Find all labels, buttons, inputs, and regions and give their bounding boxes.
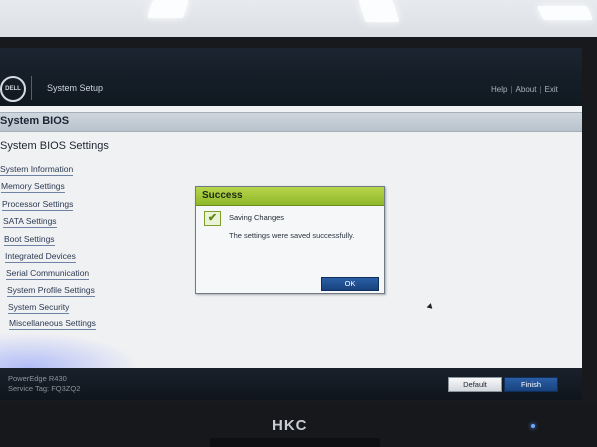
section-header: System BIOS: [0, 112, 582, 132]
menu-item-miscellaneous-settings[interactable]: Miscellaneous Settings: [9, 318, 96, 330]
exit-link[interactable]: Exit: [545, 85, 558, 94]
monitor-stand: [210, 438, 380, 447]
monitor-brand: HKC: [272, 417, 308, 434]
ceiling-light: [358, 0, 400, 22]
divider: |: [510, 85, 513, 94]
divider: |: [539, 85, 542, 94]
ceiling-light: [147, 0, 189, 18]
dialog-heading: Saving Changes: [229, 213, 285, 222]
system-model: PowerEdge R430: [8, 374, 67, 383]
finish-button[interactable]: Finish: [504, 377, 558, 392]
menu-item-system-security[interactable]: System Security: [8, 302, 70, 314]
screen: DELL System Setup Help | About | Exit System…: [0, 48, 582, 400]
settings-heading: System BIOS Settings: [0, 140, 109, 152]
app-title: System Setup: [47, 83, 104, 93]
dialog-title: Success: [202, 190, 243, 201]
dell-logo: DELL: [0, 76, 26, 102]
dialog-titlebar: Success: [196, 187, 384, 206]
menu-item-system-profile-settings[interactable]: System Profile Settings: [7, 285, 95, 297]
top-links: Help | About | Exit: [491, 85, 558, 94]
dialog-message: The settings were saved successfully.: [229, 231, 355, 240]
default-button[interactable]: Default: [448, 377, 502, 392]
menu-item-sata-settings[interactable]: SATA Settings: [3, 216, 57, 228]
menu-item-boot-settings[interactable]: Boot Settings: [4, 234, 55, 246]
power-led-icon: [531, 424, 535, 428]
menu-item-integrated-devices[interactable]: Integrated Devices: [5, 251, 76, 263]
menu-item-processor-settings[interactable]: Processor Settings: [2, 199, 74, 211]
menu-item-serial-communication[interactable]: Serial Communication: [6, 268, 90, 280]
about-link[interactable]: About: [516, 85, 537, 94]
mouse-cursor-icon: [426, 303, 435, 311]
page-title: System BIOS: [0, 115, 70, 127]
divider: [31, 76, 32, 100]
ceiling-light: [536, 6, 594, 20]
success-dialog: Success ✔ Saving Changes The settings we…: [195, 186, 385, 294]
top-bar: DELL System Setup Help | About | Exit: [0, 48, 582, 106]
menu-item-system-information[interactable]: System Information: [0, 164, 74, 176]
help-link[interactable]: Help: [491, 85, 507, 94]
service-tag: Service Tag: FQ3ZQ2: [8, 384, 81, 393]
bottom-bar: PowerEdge R430 Service Tag: FQ3ZQ2 Defau…: [0, 368, 582, 400]
menu-item-memory-settings[interactable]: Memory Settings: [1, 181, 65, 193]
checkmark-icon: ✔: [204, 211, 221, 226]
ok-button[interactable]: OK: [321, 277, 379, 291]
